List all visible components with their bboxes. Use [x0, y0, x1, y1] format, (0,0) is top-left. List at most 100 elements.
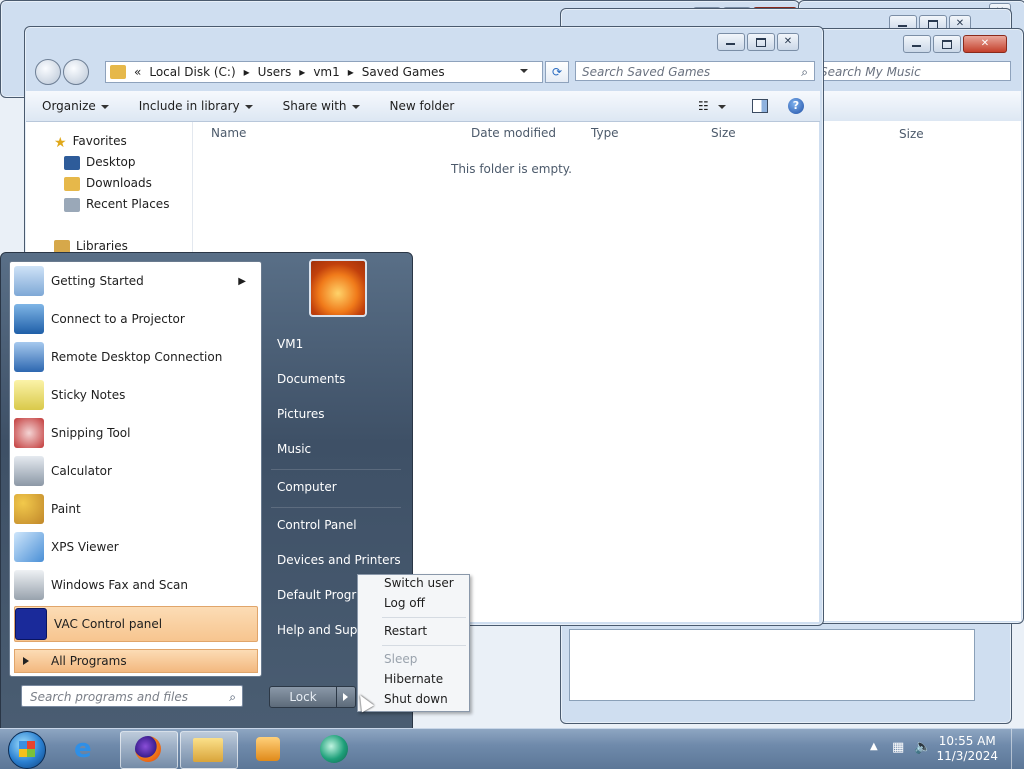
start-link-help-support[interactable]: Help and Support: [277, 623, 357, 637]
search-input[interactable]: Search My Music: [813, 61, 1011, 81]
start-search-input[interactable]: Search programs and files ⌕: [21, 685, 243, 707]
start-link-music[interactable]: Music: [277, 442, 311, 456]
shutdown-options-button[interactable]: [336, 686, 356, 708]
nav-downloads[interactable]: Downloads: [64, 176, 152, 191]
user-picture[interactable]: [309, 259, 367, 317]
system-clock[interactable]: 10:55 AM 11/3/2024: [936, 734, 998, 764]
preview-pane-icon[interactable]: [752, 99, 768, 113]
show-hidden-icons-icon[interactable]: ▲: [870, 741, 878, 752]
network-icon[interactable]: ▦: [892, 740, 904, 755]
address-bar[interactable]: « Local Disk (C:) ▸ Users ▸ vm1 ▸ Saved …: [105, 61, 543, 83]
separator: [271, 507, 401, 508]
start-menu: Getting Started ▶ Connect to a Projector …: [0, 252, 413, 730]
program-xps-viewer[interactable]: XPS Viewer: [14, 530, 256, 564]
menu-item-sleep: Sleep: [384, 652, 418, 666]
program-remote-desktop[interactable]: Remote Desktop Connection: [14, 340, 256, 374]
paint-palette-icon: [14, 494, 44, 524]
share-with-button[interactable]: Share with: [283, 99, 360, 113]
include-in-library-button[interactable]: Include in library: [139, 99, 253, 113]
column-name[interactable]: Name: [211, 122, 246, 144]
folder-icon: [110, 65, 126, 79]
nav-recent-places[interactable]: Recent Places: [64, 197, 169, 212]
breadcrumb-vm1[interactable]: vm1: [313, 65, 339, 79]
view-options-icon[interactable]: ☷: [698, 99, 726, 113]
organize-button[interactable]: Organize: [42, 99, 109, 113]
power-options-menu: Switch user Log off Restart Sleep Hibern…: [357, 574, 470, 712]
show-desktop-button[interactable]: [1011, 729, 1024, 769]
program-calculator[interactable]: Calculator: [14, 454, 256, 488]
menu-item-restart[interactable]: Restart: [384, 624, 427, 638]
downloads-folder-icon: [64, 176, 80, 191]
column-date-modified[interactable]: Date modified: [471, 122, 556, 144]
firefox-icon: [135, 736, 161, 762]
folder-icon: [193, 738, 223, 762]
program-getting-started[interactable]: Getting Started ▶: [14, 264, 256, 298]
forward-button[interactable]: [63, 59, 89, 85]
program-snipping-tool[interactable]: Snipping Tool: [14, 416, 256, 450]
nav-desktop[interactable]: Desktop: [64, 155, 136, 170]
programs-list: Getting Started ▶ Connect to a Projector …: [9, 261, 262, 677]
breadcrumb-users[interactable]: Users: [258, 65, 292, 79]
start-link-control-panel[interactable]: Control Panel: [277, 518, 357, 532]
menu-item-hibernate[interactable]: Hibernate: [384, 672, 443, 686]
refresh-button[interactable]: ⟳: [545, 61, 569, 83]
taskbar-windows-explorer[interactable]: [180, 731, 238, 769]
close-button[interactable]: [777, 33, 799, 51]
start-button[interactable]: [8, 731, 46, 769]
volume-icon[interactable]: 🔈: [914, 739, 931, 755]
all-programs-button[interactable]: All Programs: [14, 649, 258, 673]
separator: [382, 645, 466, 646]
chevron-down-icon: [351, 104, 360, 109]
breadcrumb-local-disk[interactable]: Local Disk (C:): [149, 65, 235, 79]
program-connect-to-projector[interactable]: Connect to a Projector: [14, 302, 256, 336]
maximize-button[interactable]: [933, 35, 961, 53]
column-size[interactable]: Size: [899, 127, 924, 141]
program-windows-fax-scan[interactable]: Windows Fax and Scan: [14, 568, 256, 602]
lock-button[interactable]: Lock: [269, 686, 337, 708]
maximize-button[interactable]: [747, 33, 775, 51]
start-link-pictures[interactable]: Pictures: [277, 407, 325, 421]
calculator-icon: [14, 456, 44, 486]
program-vac-control-panel[interactable]: VAC Control panel: [14, 606, 258, 642]
minimize-button[interactable]: [903, 35, 931, 53]
media-player-icon: [256, 737, 280, 761]
start-link-default-programs[interactable]: Default Programs: [277, 588, 357, 602]
chevron-down-icon: [244, 104, 253, 109]
nav-favorites[interactable]: ★ Favorites: [54, 134, 127, 151]
start-link-user[interactable]: VM1: [277, 337, 303, 351]
address-dropdown-icon[interactable]: [520, 69, 528, 73]
window-content: [569, 629, 975, 701]
menu-item-switch-user[interactable]: Switch user: [384, 576, 454, 590]
folder-empty-message: This folder is empty.: [451, 162, 572, 176]
back-button[interactable]: [35, 59, 61, 85]
taskbar-internet-explorer[interactable]: e: [60, 731, 116, 767]
search-input[interactable]: Search Saved Games ⌕: [575, 61, 815, 81]
program-paint[interactable]: Paint: [14, 492, 256, 526]
column-size[interactable]: Size: [711, 122, 736, 144]
chevron-down-icon: [100, 104, 109, 109]
search-icon: ⌕: [229, 690, 236, 704]
toolbar: [809, 91, 1021, 121]
new-folder-button[interactable]: New folder: [390, 99, 455, 113]
close-button[interactable]: [963, 35, 1007, 53]
start-link-devices-printers[interactable]: Devices and Printers: [277, 553, 401, 567]
menu-item-log-off[interactable]: Log off: [384, 596, 425, 610]
start-link-documents[interactable]: Documents: [277, 372, 345, 386]
background-window-music[interactable]: Search My Music Size: [808, 28, 1024, 624]
minimize-button[interactable]: [717, 33, 745, 51]
clock-date: 11/3/2024: [936, 749, 998, 763]
taskbar-firefox[interactable]: [120, 731, 178, 769]
menu-item-shut-down[interactable]: Shut down: [384, 692, 448, 706]
internet-explorer-icon: e: [74, 734, 92, 764]
content-pane: Size: [809, 121, 1021, 621]
taskbar-app[interactable]: [306, 731, 362, 767]
help-icon[interactable]: ?: [788, 98, 804, 114]
column-type[interactable]: Type: [591, 122, 619, 144]
fax-scanner-icon: [14, 570, 44, 600]
program-sticky-notes[interactable]: Sticky Notes: [14, 378, 256, 412]
breadcrumb-saved-games[interactable]: Saved Games: [362, 65, 445, 79]
clock-time: 10:55 AM: [938, 734, 996, 748]
command-bar: Organize Include in library Share with N…: [26, 91, 820, 122]
start-link-computer[interactable]: Computer: [277, 480, 337, 494]
taskbar-media-player[interactable]: [240, 731, 296, 767]
